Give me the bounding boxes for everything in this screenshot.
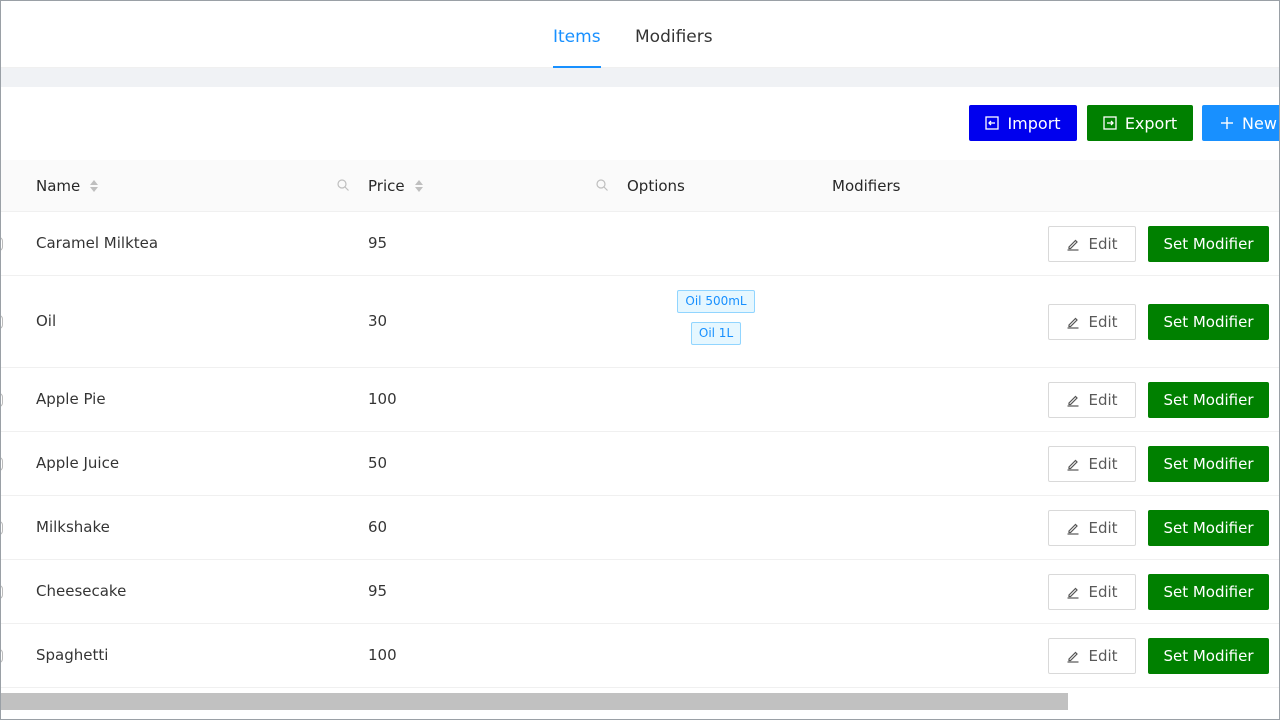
edit-button[interactable]: Edit [1048,510,1136,546]
edit-button[interactable]: Edit [1048,446,1136,482]
plus-icon [1221,117,1233,129]
edit-label: Edit [1088,391,1118,409]
horizontal-scrollbar-thumb[interactable] [0,693,1068,710]
row-selection-edge [0,393,3,407]
table-row: Caramel Milktea 95 Edit Set Modifier [0,212,1280,276]
edit-icon [1067,523,1079,535]
table-body: Caramel Milktea 95 Edit Set Modifier Oil 30 Oi… [0,212,1280,688]
cell-price: 100 [368,390,397,408]
edit-icon [1067,239,1079,251]
set-modifier-button[interactable]: Set Modifier [1148,226,1269,262]
table-row: Oil 30 Oil 500mL Oil 1L Edit Set Modifier [0,276,1280,368]
cell-name: Milkshake [36,518,110,536]
tab-items[interactable]: Items [553,0,601,68]
cell-name: Apple Juice [36,454,120,472]
column-header-name[interactable]: Name [36,160,99,212]
column-name-label: Name [36,177,81,195]
set-modifier-button[interactable]: Set Modifier [1148,304,1269,340]
search-icon[interactable] [336,178,350,192]
table-row: Cheesecake 95 Edit Set Modifier [0,560,1280,624]
edit-label: Edit [1088,455,1118,473]
cell-price: 50 [368,454,388,472]
search-icon[interactable] [595,178,609,192]
export-label: Export [1124,113,1178,133]
edit-icon [1067,651,1079,663]
row-selection-edge [0,521,3,535]
edit-icon [1067,587,1079,599]
content-separator [0,68,1280,87]
edit-icon [1067,459,1079,471]
row-selection-edge [0,457,3,471]
sort-icon[interactable] [414,180,423,192]
column-options-label: Options [627,177,685,195]
import-label: Import [1007,113,1061,133]
option-tag: Oil 500mL [677,290,755,313]
edit-label: Edit [1088,647,1118,665]
set-modifier-button[interactable]: Set Modifier [1148,446,1269,482]
edit-button[interactable]: Edit [1048,226,1136,262]
cell-name: Apple Pie [36,390,106,408]
row-selection-edge [0,315,3,329]
cell-name: Caramel Milktea [36,234,159,252]
sort-icon[interactable] [90,180,99,192]
export-icon [1103,116,1117,130]
edit-button[interactable]: Edit [1048,382,1136,418]
edit-icon [1067,395,1079,407]
edit-label: Edit [1088,583,1118,601]
table-row: Apple Juice 50 Edit Set Modifier [0,432,1280,496]
option-tag: Oil 1L [690,322,742,345]
edit-label: Edit [1088,235,1118,253]
row-selection-edge [0,237,3,251]
edit-icon [1067,317,1079,329]
edit-button[interactable]: Edit [1048,304,1136,340]
row-selection-edge [0,649,3,663]
set-modifier-button[interactable]: Set Modifier [1148,638,1269,674]
cell-options: Oil 500mL Oil 1L [676,290,756,345]
cell-price: 100 [368,646,397,664]
set-modifier-button[interactable]: Set Modifier [1148,382,1269,418]
edit-button[interactable]: Edit [1048,574,1136,610]
row-selection-edge [0,585,3,599]
table-row: Milkshake 60 Edit Set Modifier [0,496,1280,560]
import-icon [985,116,1000,130]
cell-price: 95 [368,234,388,252]
cell-name: Spaghetti [36,646,109,664]
table-header: Name Price Options Modifiers [0,160,1280,212]
new-item-button[interactable]: New [1202,105,1280,141]
column-header-options: Options [627,160,685,212]
column-price-label: Price [368,177,405,195]
set-modifier-button[interactable]: Set Modifier [1148,510,1269,546]
column-header-modifiers: Modifiers [832,160,900,212]
bottom-strip [0,710,1280,720]
tab-bar: Items Modifiers [0,0,1280,68]
table-row: Apple Pie 100 Edit Set Modifier [0,368,1280,432]
column-modifiers-label: Modifiers [832,177,901,195]
items-table: Name Price Options Modifiers Caramel Mil… [0,160,1280,688]
edit-button[interactable]: Edit [1048,638,1136,674]
cell-name: Oil [36,312,57,330]
edit-label: Edit [1088,519,1118,537]
edit-label: Edit [1088,313,1118,331]
cell-price: 30 [368,312,388,330]
tab-modifiers[interactable]: Modifiers [635,0,713,68]
cell-price: 95 [368,582,388,600]
import-button[interactable]: Import [969,105,1077,141]
cell-name: Cheesecake [36,582,127,600]
table-row: Spaghetti 100 Edit Set Modifier [0,624,1280,688]
cell-price: 60 [368,518,388,536]
column-header-price[interactable]: Price [368,160,423,212]
set-modifier-button[interactable]: Set Modifier [1148,574,1269,610]
export-button[interactable]: Export [1087,105,1193,141]
new-label: New [1242,113,1277,133]
